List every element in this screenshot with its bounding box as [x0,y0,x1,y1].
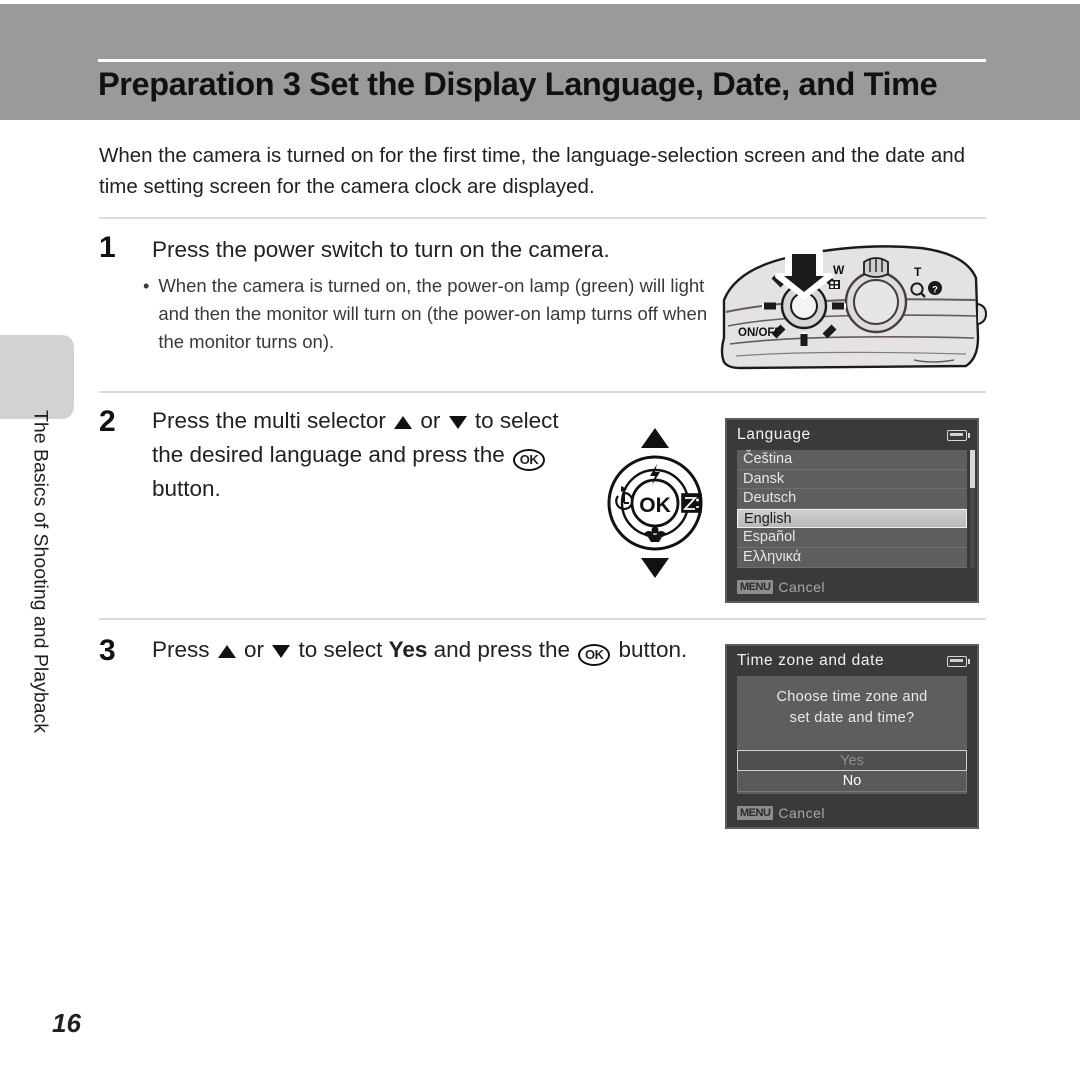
power-switch-label: ON/OFF [738,327,781,339]
bullet-dot-icon: • [143,276,150,296]
step-3-number: 3 [99,634,116,667]
list-item[interactable]: Čeština [737,450,967,470]
timezone-screen-footer: MENU Cancel [727,799,977,827]
camera-top-view-svg: ON/OFF W T ? [720,245,988,370]
language-screen-titlebar: Language [727,420,977,450]
step-1-bullet-list: • When the camera is turned on, the powe… [143,272,713,356]
step-3-text-part-1: Press [152,637,216,662]
yes-option[interactable]: Yes [737,750,967,771]
shutter-button [853,279,899,325]
intro-paragraph: When the camera is turned on for the fir… [99,144,966,198]
timezone-question-line-1: Choose time zone and [776,689,928,705]
triangle-down-icon [448,416,467,429]
timezone-screen: Time zone and date Choose time zone and … [725,644,979,829]
camera-top-view-illustration: ON/OFF W T ? [716,234,990,382]
step-2-text-part-4: button. [152,476,221,501]
multi-selector-illustration: OK [596,424,714,582]
step-3-text-part-3: to select [292,637,389,662]
svg-text:?: ? [932,285,938,296]
language-screen-footer: MENU Cancel [727,573,977,601]
section-divider-2 [99,391,986,393]
list-item[interactable]: Dansk [737,470,967,490]
list-item[interactable]: Deutsch [737,489,967,509]
menu-button-badge[interactable]: MENU [737,580,774,594]
triangle-down-icon [272,645,291,658]
zoom-tele-label: T [914,265,922,279]
timezone-dialog-body: Choose time zone and set date and time? … [737,676,967,794]
ok-button-icon: OK [513,449,546,471]
list-item[interactable]: Ελληνικά [737,548,967,568]
ok-button-label: OK [639,494,671,517]
multi-selector-svg: OK [607,428,703,578]
step-2-number: 2 [99,405,116,438]
step-2-text: Press the multi selector or to select th… [152,404,592,506]
thumbnail-grid-icon [829,280,840,289]
list-item: • When the camera is turned on, the powe… [143,272,713,356]
step-3-text: Press or to select Yes and press the OK … [152,633,692,667]
step-3-text-part-2: or [237,637,271,662]
timezone-screen-title: Time zone and date [737,652,885,669]
language-list-scroll-thumb[interactable] [970,450,975,488]
battery-icon [947,656,970,667]
step-3-text-part-5: button. [612,637,688,662]
language-screen-title: Language [737,426,811,443]
step-3-emphasis: Yes [388,637,428,662]
step-2-text-part-2: or [414,408,447,433]
camera-strap-lug [977,303,988,325]
zoom-wide-label: W [833,263,845,277]
timezone-question-line-2: set date and time? [789,710,915,726]
chapter-tab-label: The Basics of Shooting and Playback [29,409,52,734]
ok-button-icon: OK [578,644,611,666]
exposure-compensation-icon [681,493,702,513]
list-item[interactable]: Español [737,528,967,548]
page-title: Preparation 3 Set the Display Language, … [98,66,938,102]
battery-icon [947,430,970,441]
language-screen: Language Čeština Dansk Deutsch English E… [725,418,979,603]
step-1-heading: Press the power switch to turn on the ca… [152,237,610,262]
timezone-choices: Yes No [737,750,967,792]
triangle-up-icon [394,416,413,429]
header-divider-rule [98,59,986,62]
list-item-selected[interactable]: English [737,508,967,529]
triangle-up-icon [217,645,236,658]
menu-button-badge[interactable]: MENU [737,806,774,820]
page-number: 16 [52,1008,81,1038]
timezone-screen-titlebar: Time zone and date [727,646,977,676]
cancel-label[interactable]: Cancel [778,579,825,595]
no-option[interactable]: No [737,771,967,792]
cancel-label[interactable]: Cancel [778,805,825,821]
step-2-text-part-1: Press the multi selector [152,408,393,433]
timezone-question: Choose time zone and set date and time? [737,676,967,729]
triangle-down-icon [641,558,669,578]
step-3-text-part-4: and press the [427,637,577,662]
triangle-up-icon [641,428,669,448]
step-1-number: 1 [99,231,116,264]
step-1-bullet-text: When the camera is turned on, the power-… [158,275,708,352]
section-divider-1 [99,217,986,219]
section-divider-3 [99,618,986,620]
language-list[interactable]: Čeština Dansk Deutsch English Español Ελ… [737,450,975,568]
